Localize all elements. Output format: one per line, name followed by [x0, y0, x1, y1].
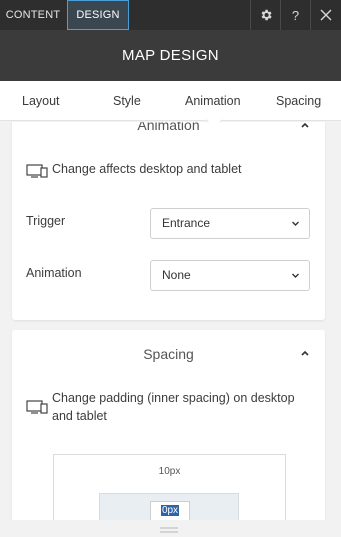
spacing-section: Spacing Change padding (inner spacing) o… — [12, 330, 325, 520]
animation-section-title: Animation — [137, 122, 200, 133]
animation-section: Animation Change affects desktop and tab… — [12, 122, 325, 320]
animation-label: Animation — [26, 266, 82, 280]
padding-input-value: 0px — [160, 505, 180, 516]
padding-input[interactable]: 0px — [150, 501, 190, 520]
desktop-tablet-icon — [26, 164, 48, 178]
animation-note: Change affects desktop and tablet — [52, 162, 242, 176]
animation-select[interactable]: None — [150, 260, 310, 291]
top-toolbar: CONTENT DESIGN ? — [0, 0, 341, 30]
settings-scroll-area[interactable]: Animation Change affects desktop and tab… — [0, 122, 341, 520]
animation-value: None — [162, 268, 191, 282]
chevron-down-icon — [292, 221, 299, 226]
panel-title: MAP DESIGN — [0, 30, 341, 81]
resize-handle-icon[interactable] — [160, 527, 178, 533]
spacing-note: Change padding (inner spacing) on deskto… — [52, 391, 295, 423]
chevron-up-icon[interactable] — [299, 347, 311, 359]
gear-icon — [261, 9, 272, 21]
help-icon: ? — [291, 7, 300, 23]
outer-padding-value[interactable]: 10px — [54, 466, 285, 477]
chevron-up-icon[interactable] — [299, 122, 311, 131]
tab-design[interactable]: DESIGN — [67, 0, 129, 30]
subtab-layout[interactable]: Layout — [22, 81, 60, 121]
desktop-tablet-icon — [26, 400, 48, 414]
spacing-section-title: Spacing — [143, 346, 194, 362]
padding-box-model: 10px 0px — [53, 454, 286, 520]
subtab-style[interactable]: Style — [113, 81, 141, 121]
close-icon — [320, 9, 332, 21]
panel-footer — [0, 520, 341, 537]
help-button[interactable]: ? — [280, 0, 310, 30]
tab-content[interactable]: CONTENT — [0, 0, 66, 30]
trigger-value: Entrance — [162, 216, 211, 230]
inner-content-box: 0px — [99, 493, 239, 520]
design-subnav: Layout Style Animation Spacing — [0, 81, 341, 121]
trigger-select[interactable]: Entrance — [150, 208, 310, 239]
close-button[interactable] — [310, 0, 341, 30]
chevron-down-icon — [292, 273, 299, 278]
settings-button[interactable] — [250, 0, 280, 30]
subtab-spacing[interactable]: Spacing — [276, 81, 321, 121]
trigger-label: Trigger — [26, 214, 66, 228]
